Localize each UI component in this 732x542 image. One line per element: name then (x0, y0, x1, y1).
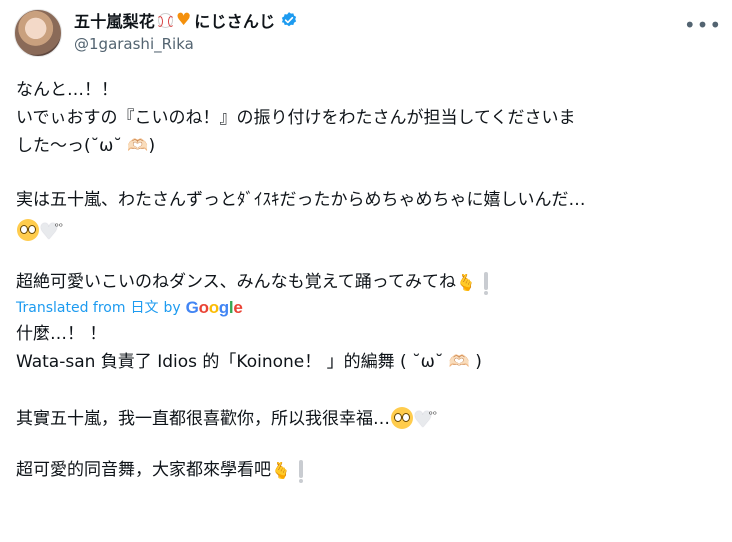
ring-emoji-icon: ᵒᵒ (428, 410, 438, 421)
translation-text-line: Wata-san 負責了 Idios 的「Koinone！ 」的編舞 ( ˘ω˘… (16, 352, 482, 372)
display-name-row[interactable]: 五十嵐梨花 ♥ にじさんじ (74, 9, 298, 31)
emoji-row: ♥ᵒᵒ (16, 214, 716, 245)
more-options-icon[interactable]: ••• (684, 10, 721, 40)
user-handle[interactable]: @1garashi_Rika (74, 35, 298, 53)
translation-text: 超可愛的同音舞，大家都來學看吧 (16, 460, 271, 480)
author-names: 五十嵐梨花 ♥ にじさんじ @1garashi_Rika (74, 9, 298, 53)
original-text-line: 実は五十嵐、わたさんずっとﾀﾞｲｽｷだったからめちゃめちゃに嬉しいんだ… (16, 190, 586, 210)
tweet-body: なんと…！！ いでぃおすの『こいのね！』の振り付けをわたさんが担当してくださいま… (16, 76, 716, 484)
translated-language-link[interactable]: 日文 (130, 296, 158, 320)
original-text-line: した〜っ(˘ω˘ 🫶🏻) (16, 136, 156, 156)
translation-text-line: 其實五十嵐，我一直都很喜歡你，所以我很幸福… ♥ᵒᵒ (16, 402, 716, 433)
translated-from-label: Translated from (16, 300, 126, 316)
original-text-line: 超絶可愛いこいのねダンス、みんなも覚えて踊ってみてね🫰 (16, 268, 716, 296)
exclamation-emoji-icon (483, 272, 488, 295)
pleading-face-emoji-icon (17, 219, 39, 241)
heart-hands-emoji-icon: 🫰 (455, 273, 476, 292)
ring-emoji-icon: ᵒᵒ (54, 222, 64, 233)
original-text-line: なんと…！！ (16, 80, 118, 100)
verified-badge-icon (282, 12, 297, 27)
translation-text: 其實五十嵐，我一直都很喜歡你，所以我很幸福… (16, 409, 390, 429)
original-text-line: いでぃおすの『こいのね！』の振り付けをわたさんが担当してくださいま (16, 108, 576, 128)
display-name[interactable]: 五十嵐梨花 (74, 8, 155, 32)
tweet-header: 五十嵐梨花 ♥ にじさんじ @1garashi_Rika ••• (14, 8, 721, 60)
baseball-icon (157, 12, 175, 28)
exclamation-emoji-icon (298, 460, 303, 483)
google-logo: Google (185, 298, 243, 317)
translation-text-line: 什麼…！ ！ (16, 324, 107, 344)
heart-hands-emoji-icon: 🫰 (271, 461, 291, 480)
display-name-suffix[interactable]: にじさんじ (194, 8, 275, 32)
translated-by-label: by (163, 300, 181, 316)
orange-heart-icon: ♥ (176, 9, 192, 30)
avatar[interactable] (14, 9, 62, 57)
translation-text-line: 超可愛的同音舞，大家都來學看吧🫰 (16, 456, 716, 484)
pleading-face-emoji-icon (391, 407, 413, 429)
translated-from-row: Translated from 日文 by Google (16, 296, 716, 320)
original-text: 超絶可愛いこいのねダンス、みんなも覚えて踊ってみてね (16, 272, 456, 292)
